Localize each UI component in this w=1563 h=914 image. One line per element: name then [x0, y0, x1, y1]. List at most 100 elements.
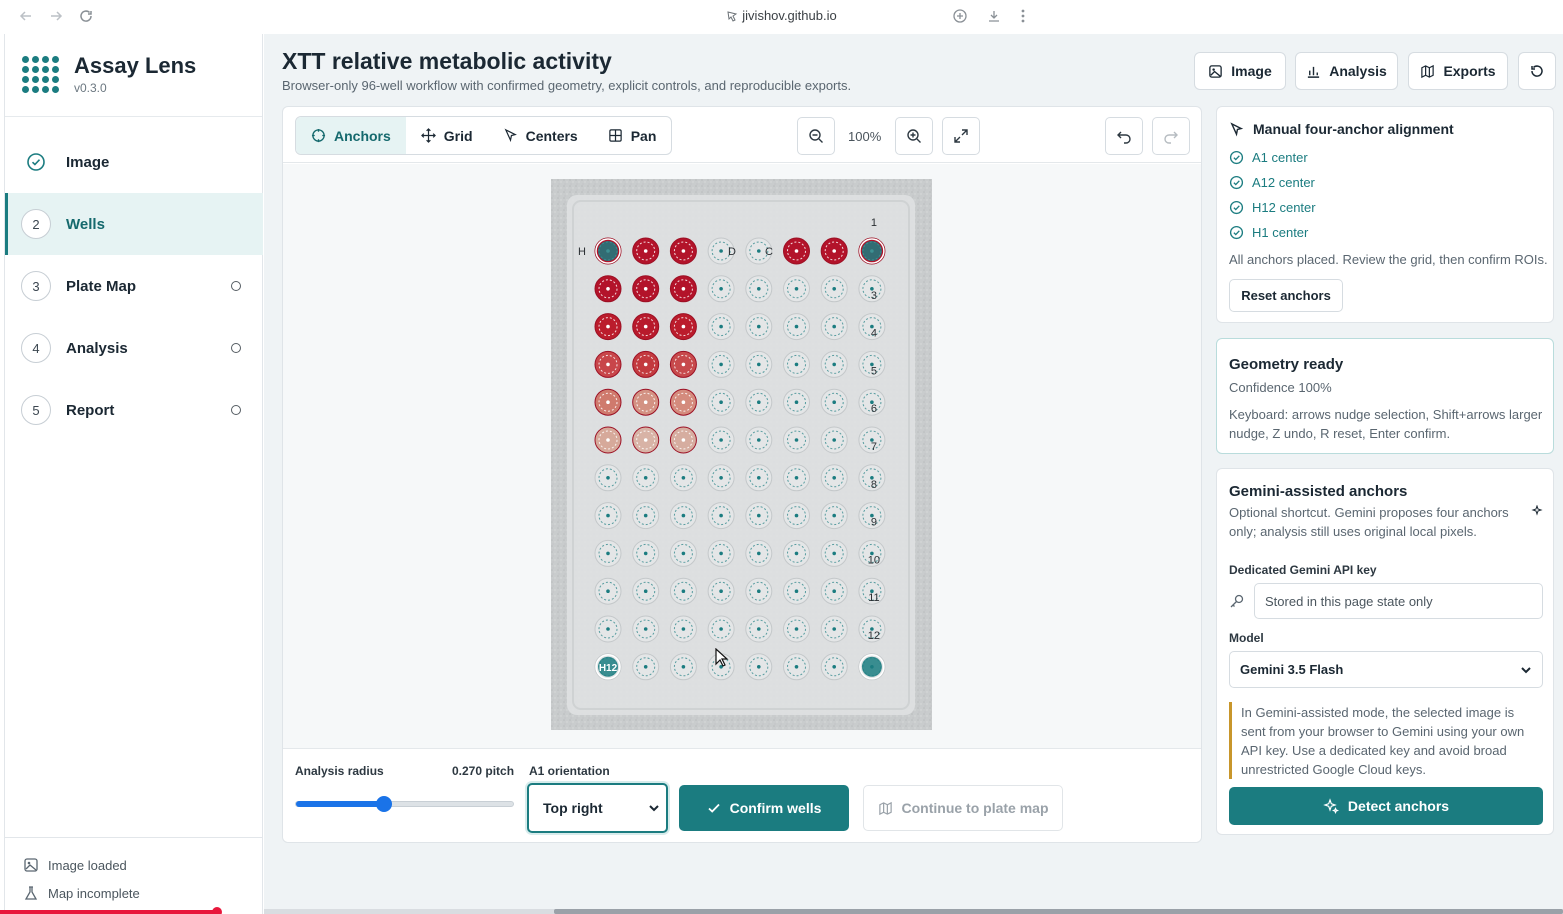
plate-well[interactable] [820, 237, 848, 265]
plate-well[interactable] [820, 615, 848, 643]
reset-anchors-button[interactable]: Reset anchors [1229, 279, 1343, 312]
zoom-in-button[interactable] [895, 117, 933, 155]
plate-well[interactable] [669, 502, 697, 530]
mode-pan[interactable]: Pan [593, 117, 672, 154]
confirm-wells-button[interactable]: Confirm wells [679, 785, 849, 831]
undo-button[interactable] [1105, 117, 1143, 155]
plate-well[interactable] [632, 539, 660, 567]
plate-well[interactable] [669, 615, 697, 643]
anchor-marker[interactable] [859, 654, 885, 680]
plate-well[interactable] [594, 275, 622, 303]
plate-well[interactable] [707, 313, 735, 341]
plate-well[interactable] [820, 388, 848, 416]
reset-button[interactable] [1518, 52, 1556, 90]
plate-well[interactable] [594, 615, 622, 643]
redo-button[interactable] [1152, 117, 1190, 155]
plate-well[interactable] [783, 313, 810, 341]
plate-well[interactable] [707, 539, 735, 567]
plate-well[interactable] [632, 502, 660, 530]
continue-plate-map-button[interactable]: Continue to plate map [863, 785, 1063, 831]
slider-thumb[interactable] [375, 796, 392, 812]
video-progress-bar[interactable] [0, 907, 222, 914]
detect-anchors-button[interactable]: Detect anchors [1229, 787, 1543, 825]
plate-well[interactable] [707, 615, 735, 643]
address-bar[interactable]: jivishov.github.io [0, 8, 1563, 23]
plate-well[interactable] [707, 577, 735, 605]
plate-well[interactable] [632, 577, 660, 605]
exports-button[interactable]: Exports [1408, 52, 1508, 90]
plate-well[interactable] [594, 502, 622, 530]
plate-well[interactable] [820, 275, 848, 303]
plate-well[interactable] [820, 502, 848, 530]
plate-well[interactable] [745, 388, 773, 416]
plate-well[interactable] [783, 237, 810, 265]
plate-well[interactable] [594, 464, 622, 492]
plate-well[interactable] [632, 313, 660, 341]
plate-well[interactable] [707, 388, 735, 416]
plate-well[interactable] [632, 275, 660, 303]
plate-well[interactable] [783, 426, 810, 454]
plate-well[interactable] [632, 237, 660, 265]
step-report[interactable]: 5 Report [5, 379, 263, 441]
plate-well[interactable] [745, 426, 773, 454]
plate-well[interactable] [669, 275, 697, 303]
plate-well[interactable] [745, 502, 773, 530]
api-key-input[interactable]: Stored in this page state only [1254, 583, 1543, 619]
plate-well[interactable] [707, 464, 735, 492]
step-plate-map[interactable]: 3 Plate Map [5, 255, 263, 317]
plate-well[interactable] [783, 653, 810, 681]
plate-well[interactable] [820, 313, 848, 341]
orientation-select[interactable]: Top right [527, 783, 668, 833]
plate-image[interactable]: H12 1 3 4 5 6 7 8 9 10 11 12 H D C [551, 179, 932, 730]
plate-well[interactable] [594, 539, 622, 567]
plate-well[interactable] [783, 275, 810, 303]
fit-button[interactable] [942, 117, 980, 155]
site-info-icon[interactable] [726, 10, 738, 22]
plate-well[interactable] [820, 577, 848, 605]
mode-anchors[interactable]: Anchors [296, 117, 406, 154]
plate-well[interactable] [669, 388, 697, 416]
plate-well[interactable] [669, 464, 697, 492]
plate-well[interactable] [594, 426, 622, 454]
anchor-marker[interactable] [859, 238, 885, 264]
analysis-button[interactable]: Analysis [1295, 52, 1398, 90]
plate-well[interactable] [783, 615, 810, 643]
scrollbar-thumb[interactable] [554, 909, 1563, 914]
plate-well[interactable] [745, 539, 773, 567]
plate-well[interactable] [707, 502, 735, 530]
plate-well[interactable] [783, 577, 810, 605]
plate-well[interactable] [632, 350, 660, 378]
menu-icon[interactable] [1020, 8, 1026, 24]
plate-well[interactable] [632, 464, 660, 492]
plate-well[interactable] [820, 653, 848, 681]
plate-well[interactable] [745, 615, 773, 643]
plate-well[interactable] [632, 653, 660, 681]
progress-handle[interactable] [212, 907, 222, 914]
plate-well[interactable] [594, 577, 622, 605]
plate-well[interactable] [820, 350, 848, 378]
plate-well[interactable] [669, 313, 697, 341]
plate-well[interactable] [783, 350, 810, 378]
plate-well[interactable] [783, 388, 810, 416]
plate-well[interactable] [632, 426, 660, 454]
plate-well[interactable] [783, 464, 810, 492]
plate-well[interactable] [707, 275, 735, 303]
step-analysis[interactable]: 4 Analysis [5, 317, 263, 379]
plate-well[interactable] [594, 313, 622, 341]
plate-well[interactable] [783, 539, 810, 567]
plate-well[interactable] [669, 350, 697, 378]
plate-well[interactable] [820, 464, 848, 492]
plate-well[interactable] [632, 615, 660, 643]
plate-well[interactable] [594, 350, 622, 378]
mode-grid[interactable]: Grid [406, 117, 488, 154]
plate-well[interactable] [820, 539, 848, 567]
plate-well[interactable] [820, 426, 848, 454]
plate-well[interactable] [745, 464, 773, 492]
zoom-out-button[interactable] [797, 117, 835, 155]
anchor-marker[interactable] [595, 238, 621, 264]
model-select[interactable]: Gemini 3.5 Flash [1229, 651, 1543, 688]
step-wells[interactable]: 2 Wells [5, 193, 263, 255]
plate-well[interactable] [745, 275, 773, 303]
plate-well[interactable] [669, 426, 697, 454]
plate-well[interactable] [745, 350, 773, 378]
